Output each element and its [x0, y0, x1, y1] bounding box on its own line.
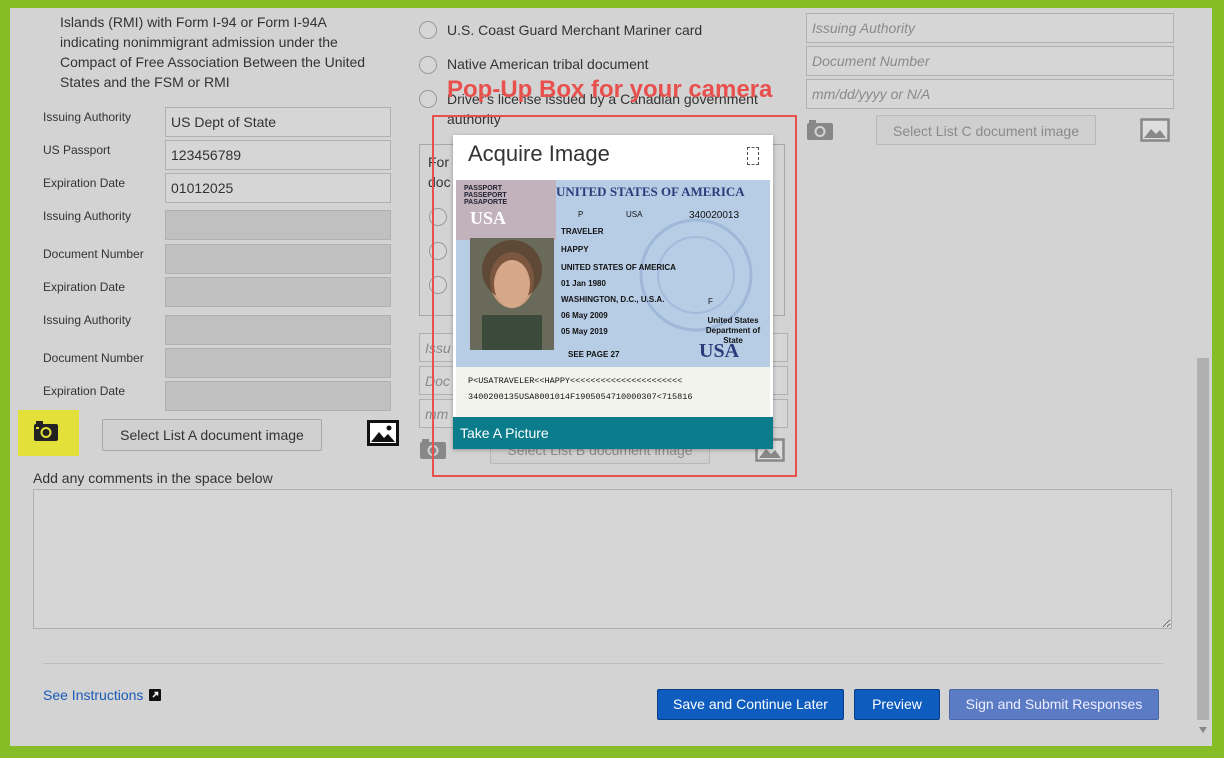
- dialog-title: Acquire Image: [468, 141, 610, 166]
- external-link-icon: [149, 689, 162, 701]
- issuing-authority-input-2: [165, 210, 391, 240]
- popup-annotation: Pop-Up Box for your camera: [447, 76, 773, 103]
- radio-coast-guard[interactable]: [419, 21, 437, 39]
- expiration-date-label-2: Expiration Date: [43, 280, 126, 294]
- divider: [43, 663, 1163, 664]
- document-number-label-3: Document Number: [43, 351, 144, 365]
- comments-textarea[interactable]: [33, 489, 1172, 629]
- radio-canadian-license[interactable]: [419, 90, 437, 108]
- scrollbar-thumb[interactable]: [1197, 358, 1209, 720]
- issuing-authority-input[interactable]: US Dept of State: [165, 107, 391, 137]
- passport-country: UNITED STATES OF AMERICA: [556, 184, 745, 199]
- passport-usa-mark: USA: [699, 340, 740, 362]
- us-passport-label: US Passport: [43, 143, 111, 157]
- select-list-c-image-button[interactable]: Select List C document image: [876, 115, 1096, 145]
- take-picture-button[interactable]: Take A Picture: [453, 417, 773, 449]
- issuing-authority-input-3: [165, 315, 391, 345]
- passport-header-left: PASSPORT PASSEPORT PASAPORTE: [464, 185, 508, 206]
- image-icon[interactable]: [367, 420, 399, 446]
- list-a-desc-line: States and the FSM or RMI: [60, 74, 230, 90]
- expiration-date-input-3: [165, 381, 391, 411]
- passport-usa-seal: USA: [470, 208, 507, 228]
- option-coast-guard-label: U.S. Coast Guard Merchant Mariner card: [447, 22, 703, 38]
- passport-preview: PASSPORT PASSEPORT PASAPORTE UNITED STAT…: [456, 180, 770, 417]
- passport-mrz: P<USATRAVELER<<HAPPY<<<<<<<<<<<<<<<<<<<<…: [468, 376, 693, 402]
- list-c-camera-icon[interactable]: [806, 119, 834, 141]
- issuing-authority-label-3: Issuing Authority: [43, 313, 132, 327]
- comments-label: Add any comments in the space below: [33, 470, 273, 486]
- save-continue-later-button[interactable]: Save and Continue Later: [657, 689, 844, 720]
- expiration-date-input-2: [165, 277, 391, 307]
- expiration-date-input[interactable]: 01012025: [165, 173, 391, 203]
- passport-see-page: SEE PAGE 27: [568, 350, 620, 359]
- list-c-expiration-input[interactable]: mm/dd/yyyy or N/A: [806, 79, 1174, 109]
- list-a-desc-line: Islands (RMI) with Form I-94 or Form I-9…: [60, 14, 327, 30]
- issuing-authority-label-2: Issuing Authority: [43, 209, 132, 223]
- expiration-date-label-3: Expiration Date: [43, 384, 126, 398]
- scroll-down-arrow-icon[interactable]: [1198, 726, 1208, 734]
- close-icon[interactable]: [747, 147, 759, 165]
- issuing-authority-label: Issuing Authority: [43, 110, 132, 124]
- list-a-desc-line: Compact of Free Association Between the …: [60, 54, 366, 70]
- passport-bio-fields: TRAVELER HAPPY UNITED STATES OF AMERICA …: [561, 227, 676, 336]
- document-number-input-3: [165, 348, 391, 378]
- list-a-description: Islands (RMI) with Form I-94 or Form I-9…: [60, 12, 390, 92]
- us-passport-input[interactable]: 123456789: [165, 140, 391, 170]
- camera-icon[interactable]: [33, 420, 59, 442]
- passport-code: USA: [626, 210, 643, 219]
- select-list-a-image-button[interactable]: Select List A document image: [102, 419, 322, 451]
- list-a-desc-line: indicating nonimmigrant admission under …: [60, 34, 338, 50]
- preview-button[interactable]: Preview: [854, 689, 940, 720]
- expiration-date-label: Expiration Date: [43, 176, 126, 190]
- passport-type: P: [578, 210, 584, 219]
- passport-number: 340020013: [689, 210, 740, 221]
- acquire-image-dialog: Acquire Image PASSPORT PASSEPORT PASAPOR…: [453, 135, 773, 449]
- see-instructions-link[interactable]: See Instructions: [43, 687, 162, 703]
- option-native-american-label: Native American tribal document: [447, 56, 649, 72]
- radio-native-american[interactable]: [419, 56, 437, 74]
- list-c-document-number-input[interactable]: Document Number: [806, 46, 1174, 76]
- document-number-input-2: [165, 244, 391, 274]
- list-c-issuing-authority-input[interactable]: Issuing Authority: [806, 13, 1174, 43]
- passport-sex: F: [708, 297, 713, 306]
- sign-submit-button[interactable]: Sign and Submit Responses: [949, 689, 1159, 720]
- document-number-label-2: Document Number: [43, 247, 144, 261]
- list-c-image-icon[interactable]: [1140, 118, 1170, 142]
